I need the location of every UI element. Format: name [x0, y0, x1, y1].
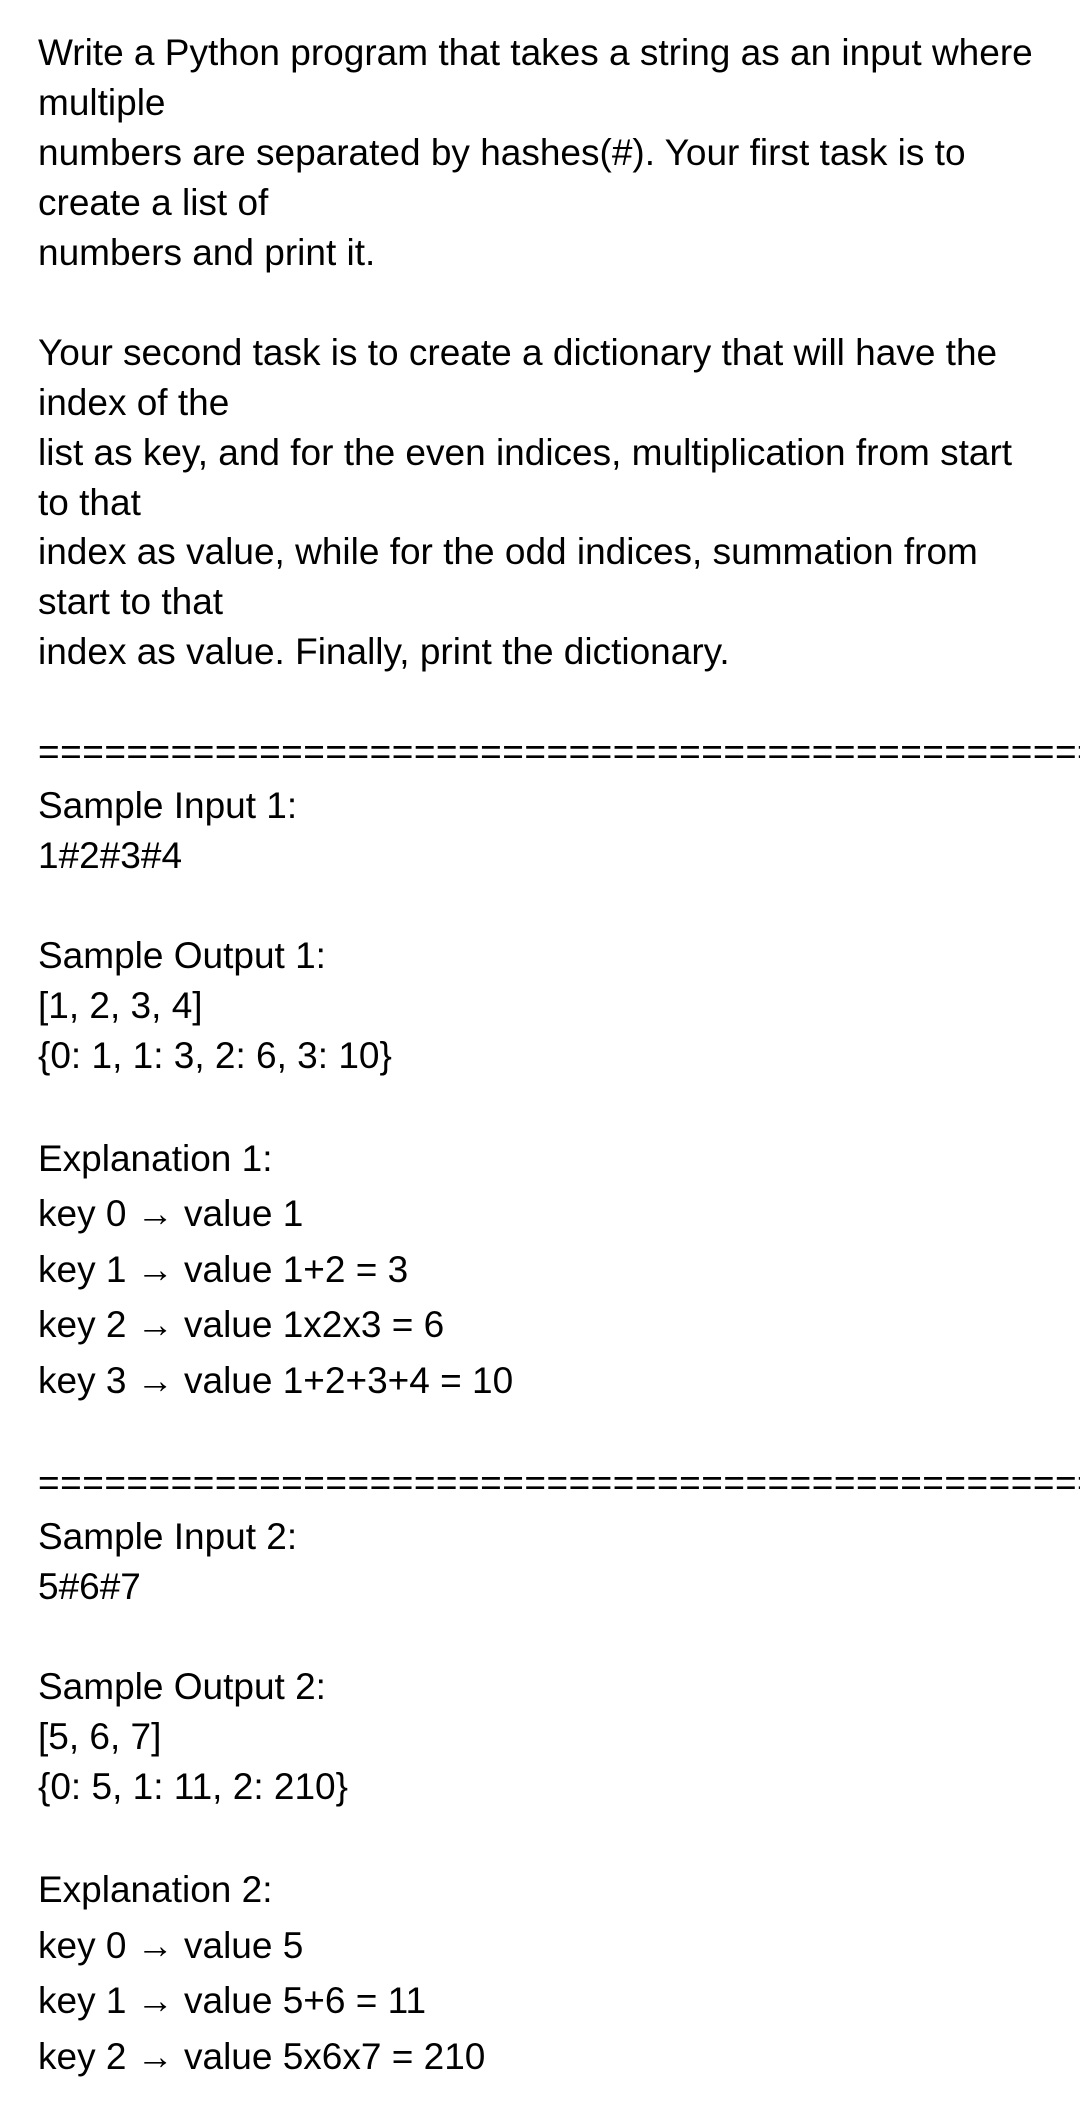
text-line: numbers are separated by hashes(#). Your…	[38, 128, 1048, 228]
sample-output-2: Sample Output 2: [5, 6, 7] {0: 5, 1: 11,…	[38, 1662, 1048, 1812]
explanation-line: key 2 → value 5x6x7 = 210	[38, 2029, 1048, 2085]
sample-output-label: Sample Output 2:	[38, 1662, 1048, 1712]
explanation-line: key 3 → value 1+2+3+4 = 10	[38, 1353, 1048, 1409]
sample-output-line: [1, 2, 3, 4]	[38, 981, 1048, 1031]
text-line: list as key, and for the even indices, m…	[38, 428, 1048, 528]
text-line: Your second task is to create a dictiona…	[38, 328, 1048, 428]
explanation-label: Explanation 2:	[38, 1862, 1048, 1918]
explanation-line: key 1 → value 5+6 = 11	[38, 1973, 1048, 2029]
problem-paragraph-2: Your second task is to create a dictiona…	[38, 328, 1048, 678]
problem-paragraph-1: Write a Python program that takes a stri…	[38, 28, 1048, 278]
divider-line: ========================================…	[38, 727, 1048, 777]
sample-input-value: 1#2#3#4	[38, 831, 1048, 881]
sample-output-line: [5, 6, 7]	[38, 1712, 1048, 1762]
explanation-line: key 1 → value 1+2 = 3	[38, 1242, 1048, 1298]
sample-input-label: Sample Input 2:	[38, 1512, 1048, 1562]
explanation-line: key 2 → value 1x2x3 = 6	[38, 1297, 1048, 1353]
explanation-line: key 0 → value 5	[38, 1918, 1048, 1974]
sample-output-line: {0: 5, 1: 11, 2: 210}	[38, 1762, 1048, 1812]
sample-output-label: Sample Output 1:	[38, 931, 1048, 981]
sample-input-1: Sample Input 1: 1#2#3#4	[38, 781, 1048, 881]
explanation-1: Explanation 1: key 0 → value 1 key 1 → v…	[38, 1131, 1048, 1409]
text-line: Write a Python program that takes a stri…	[38, 28, 1048, 128]
text-line: index as value, while for the odd indice…	[38, 527, 1048, 627]
sample-output-line: {0: 1, 1: 3, 2: 6, 3: 10}	[38, 1031, 1048, 1081]
explanation-2: Explanation 2: key 0 → value 5 key 1 → v…	[38, 1862, 1048, 2084]
text-line: numbers and print it.	[38, 228, 1048, 278]
sample-output-1: Sample Output 1: [1, 2, 3, 4] {0: 1, 1: …	[38, 931, 1048, 1081]
sample-input-2: Sample Input 2: 5#6#7	[38, 1512, 1048, 1612]
explanation-label: Explanation 1:	[38, 1131, 1048, 1187]
sample-input-value: 5#6#7	[38, 1562, 1048, 1612]
explanation-line: key 0 → value 1	[38, 1186, 1048, 1242]
text-line: index as value. Finally, print the dicti…	[38, 627, 1048, 677]
sample-input-label: Sample Input 1:	[38, 781, 1048, 831]
divider-line: ========================================…	[38, 1458, 1048, 1508]
